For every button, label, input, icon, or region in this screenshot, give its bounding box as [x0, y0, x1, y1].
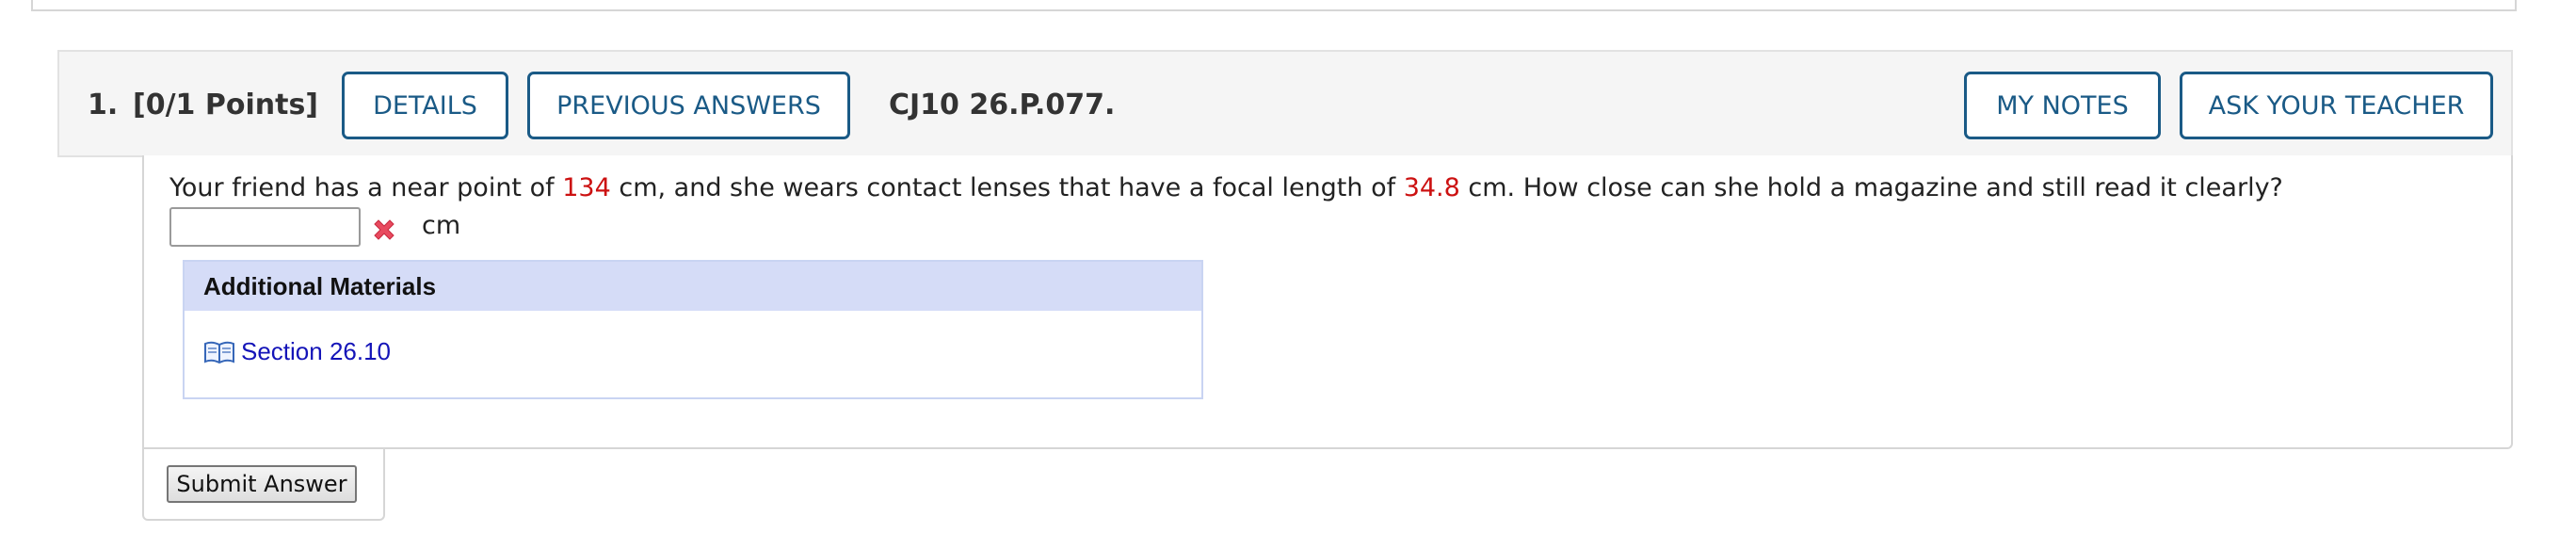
question-number: 1. [88, 89, 119, 121]
question-text-part2: cm, and she wears contact lenses that ha… [610, 173, 1404, 202]
submit-answer-button[interactable]: Submit Answer [167, 465, 357, 503]
section-link[interactable]: Section 26.10 [203, 337, 391, 366]
ask-your-teacher-button[interactable]: ASK YOUR TEACHER [2180, 72, 2493, 139]
answer-unit: cm [422, 211, 461, 240]
question-header: 1. [0/1 Points] DETAILS PREVIOUS ANSWERS… [57, 50, 2513, 157]
wrong-x-icon [374, 219, 394, 240]
answer-input[interactable] [169, 207, 361, 247]
previous-answers-button[interactable]: PREVIOUS ANSWERS [527, 72, 850, 139]
question-text-part1: Your friend has a near point of [169, 173, 563, 202]
additional-materials-panel: Additional Materials Section 26.10 [183, 260, 1203, 399]
section-link-label[interactable]: Section 26.10 [241, 337, 391, 366]
details-button[interactable]: DETAILS [342, 72, 508, 139]
book-icon [204, 341, 234, 363]
additional-materials-title: Additional Materials [185, 262, 1201, 311]
near-point-value: 134 [562, 173, 611, 202]
question-points: [0/1 Points] [133, 89, 319, 121]
focal-length-value: 34.8 [1403, 173, 1460, 202]
my-notes-button[interactable]: MY NOTES [1964, 72, 2161, 139]
previous-question-box [31, 0, 2517, 11]
question-text-part3: cm. How close can she hold a magazine an… [1459, 173, 2283, 202]
question-text: Your friend has a near point of 134 cm, … [169, 173, 2283, 202]
question-code: CJ10 26.P.077. [889, 89, 1116, 121]
